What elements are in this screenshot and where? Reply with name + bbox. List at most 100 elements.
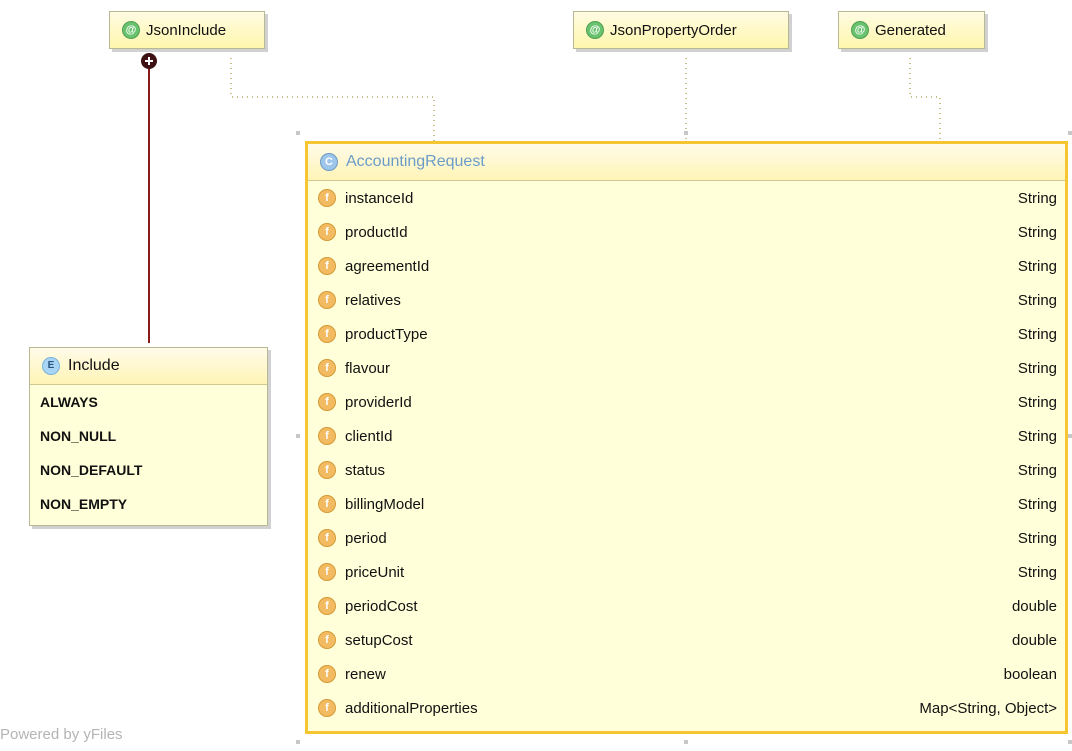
- field-row[interactable]: f productType String: [308, 317, 1065, 351]
- generated-dotted-connector: [909, 58, 941, 141]
- include-enum-node[interactable]: E Include ALWAYS NON_NULL NON_DEFAULT NO…: [29, 347, 268, 526]
- field-name: agreementId: [345, 257, 430, 275]
- field-name: renew: [345, 665, 386, 683]
- field-type: String: [1017, 495, 1057, 513]
- field-row[interactable]: f additionalProperties Map<String, Objec…: [308, 691, 1065, 725]
- field-row[interactable]: f agreementId String: [308, 249, 1065, 283]
- field-row[interactable]: f providerId String: [308, 385, 1065, 419]
- field-icon: f: [318, 189, 336, 207]
- powered-by-watermark: Powered by yFiles: [0, 726, 123, 743]
- resize-handle[interactable]: [1068, 740, 1072, 744]
- field-row[interactable]: f priceUnit String: [308, 555, 1065, 589]
- field-name: setupCost: [345, 631, 413, 649]
- field-row[interactable]: f period String: [308, 521, 1065, 555]
- json-property-order-annotation-node[interactable]: @ JsonPropertyOrder: [573, 11, 789, 49]
- enum-icon: E: [42, 357, 60, 375]
- field-type: String: [1017, 461, 1057, 479]
- enum-value[interactable]: NON_NULL: [30, 419, 267, 453]
- annotation-icon: @: [586, 21, 604, 39]
- field-type: String: [1017, 563, 1057, 581]
- field-name: status: [345, 461, 386, 479]
- field-icon: f: [318, 393, 336, 411]
- annotation-label: JsonPropertyOrder: [610, 21, 737, 39]
- field-name: instanceId: [345, 189, 414, 207]
- field-row[interactable]: f flavour String: [308, 351, 1065, 385]
- field-name: billingModel: [345, 495, 425, 513]
- resize-handle[interactable]: [1068, 131, 1072, 135]
- field-type: Map<String, Object>: [919, 699, 1057, 717]
- field-type: double: [1011, 631, 1057, 649]
- field-icon: f: [318, 223, 336, 241]
- annotation-icon: @: [122, 21, 140, 39]
- field-type: String: [1017, 325, 1057, 343]
- field-name: period: [345, 529, 387, 547]
- annotation-label: JsonInclude: [146, 21, 227, 39]
- field-row[interactable]: f clientId String: [308, 419, 1065, 453]
- field-icon: f: [318, 359, 336, 377]
- field-icon: f: [318, 427, 336, 445]
- enum-header: E Include: [30, 348, 267, 385]
- field-name: periodCost: [345, 597, 418, 615]
- field-name: priceUnit: [345, 563, 405, 581]
- field-type: String: [1017, 427, 1057, 445]
- field-type: String: [1017, 529, 1057, 547]
- field-row[interactable]: f setupCost double: [308, 623, 1065, 657]
- field-type: String: [1017, 291, 1057, 309]
- field-name: flavour: [345, 359, 391, 377]
- field-type: String: [1017, 257, 1057, 275]
- field-type: String: [1017, 189, 1057, 207]
- enum-value[interactable]: ALWAYS: [30, 385, 267, 419]
- annotation-label: Generated: [875, 21, 946, 39]
- field-icon: f: [318, 257, 336, 275]
- resize-handle[interactable]: [296, 740, 300, 744]
- field-row[interactable]: f productId String: [308, 215, 1065, 249]
- field-icon: f: [318, 563, 336, 581]
- enum-value[interactable]: NON_DEFAULT: [30, 453, 267, 487]
- field-icon: f: [318, 325, 336, 343]
- field-type: String: [1017, 223, 1057, 241]
- field-type: String: [1017, 359, 1057, 377]
- field-row[interactable]: f billingModel String: [308, 487, 1065, 521]
- annotation-icon: @: [851, 21, 869, 39]
- field-type: double: [1011, 597, 1057, 615]
- enum-value-list: ALWAYS NON_NULL NON_DEFAULT NON_EMPTY: [30, 385, 267, 521]
- field-icon: f: [318, 461, 336, 479]
- generated-annotation-node[interactable]: @ Generated: [838, 11, 985, 49]
- field-name: additionalProperties: [345, 699, 478, 717]
- resize-handle[interactable]: [684, 131, 688, 135]
- field-name: productType: [345, 325, 428, 343]
- diagram-canvas: @ JsonInclude @ JsonPropertyOrder @ Gene…: [0, 0, 1072, 751]
- field-icon: f: [318, 495, 336, 513]
- field-icon: f: [318, 291, 336, 309]
- field-icon: f: [318, 699, 336, 717]
- field-icon: f: [318, 665, 336, 683]
- field-type: boolean: [1003, 665, 1057, 683]
- field-row[interactable]: f periodCost double: [308, 589, 1065, 623]
- field-row[interactable]: f instanceId String: [308, 181, 1065, 215]
- field-name: providerId: [345, 393, 412, 411]
- resize-handle[interactable]: [296, 131, 300, 135]
- accounting-request-class-node[interactable]: C AccountingRequest f instanceId String …: [305, 141, 1068, 734]
- class-name: AccountingRequest: [346, 153, 485, 170]
- association-end-marker: [141, 53, 157, 69]
- resize-handle[interactable]: [296, 434, 300, 438]
- field-icon: f: [318, 631, 336, 649]
- field-row[interactable]: f status String: [308, 453, 1065, 487]
- field-name: productId: [345, 223, 408, 241]
- field-list: f instanceId String f productId String f…: [308, 181, 1065, 725]
- class-icon: C: [320, 153, 338, 171]
- field-row[interactable]: f relatives String: [308, 283, 1065, 317]
- field-icon: f: [318, 529, 336, 547]
- field-row[interactable]: f renew boolean: [308, 657, 1065, 691]
- enum-name: Include: [68, 357, 120, 374]
- enum-value[interactable]: NON_EMPTY: [30, 487, 267, 521]
- json-include-annotation-node[interactable]: @ JsonInclude: [109, 11, 265, 49]
- resize-handle[interactable]: [1068, 434, 1072, 438]
- resize-handle[interactable]: [684, 740, 688, 744]
- field-type: String: [1017, 393, 1057, 411]
- json-include-dotted-connector: [230, 58, 435, 141]
- field-name: relatives: [345, 291, 401, 309]
- field-icon: f: [318, 597, 336, 615]
- class-header: C AccountingRequest: [308, 144, 1065, 181]
- field-name: clientId: [345, 427, 393, 445]
